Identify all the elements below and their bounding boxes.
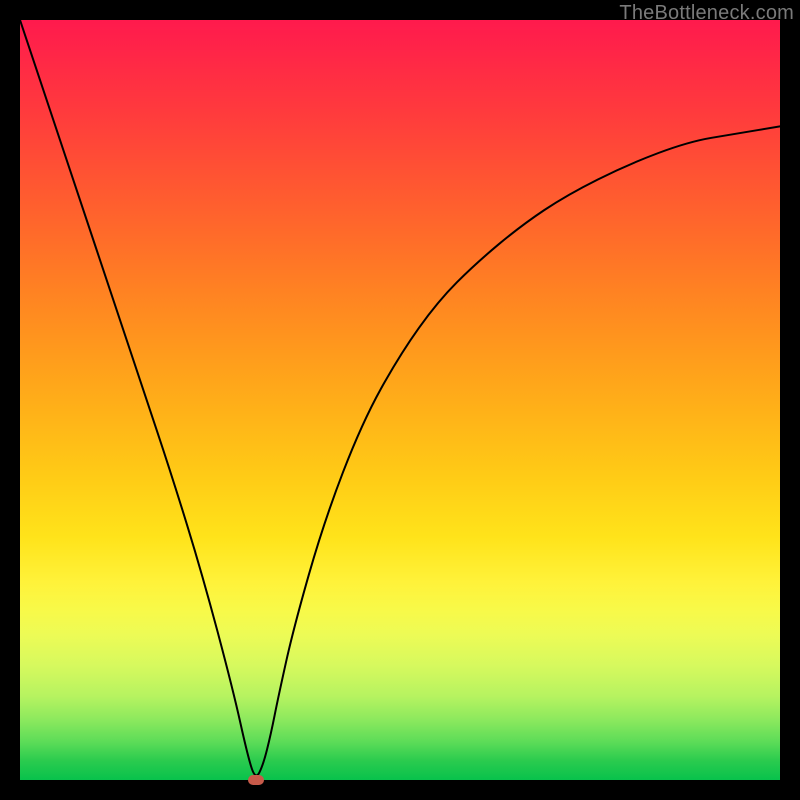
plot-area — [20, 20, 780, 780]
optimal-point-marker — [248, 775, 264, 785]
chart-frame: TheBottleneck.com — [0, 0, 800, 800]
bottleneck-curve — [20, 20, 780, 780]
